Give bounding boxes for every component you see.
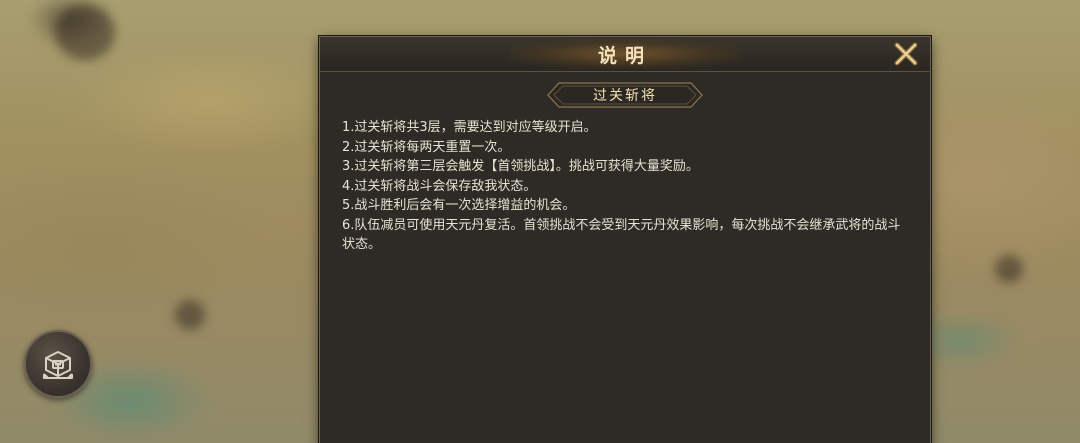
treasure-box-icon [43,351,73,379]
close-button[interactable] [892,41,920,67]
subtitle-wrap: 过关斩将 [320,82,930,108]
background-character [55,5,115,60]
rule-item: 1.过关斩将共3层，需要达到对应等级开启。 [342,120,597,135]
dialog-subtitle: 过关斩将 [593,88,657,104]
game-scene: 说明 过关斩将 1.过关斩将共3层，需要达到对应等级开启。 2.过关斩将每两天重… [0,0,1080,443]
close-x-icon [894,42,918,66]
dialog-header: 说明 [320,37,930,72]
background-character [995,255,1023,283]
rule-item: 2.过关斩将每两天重置一次。 [342,139,511,155]
rule-item: 3.过关斩将第三层会触发【首领挑战】。挑战可获得大量奖励。 [342,159,699,174]
treasure-box-button[interactable] [24,330,92,398]
rule-item: 6.队伍减员可使用天元丹复活。首领挑战不会受到天元丹效果影响，每次挑战不会继承武… [342,217,901,253]
subtitle-banner: 过关斩将 [547,82,703,108]
rules-list: 1.过关斩将共3层，需要达到对应等级开启。 2.过关斩将每两天重置一次。 3.过… [342,118,902,255]
info-dialog: 说明 过关斩将 1.过关斩将共3层，需要达到对应等级开启。 2.过关斩将每两天重… [319,36,931,443]
rule-item: 5.战斗胜利后会有一次选择增益的机会。 [342,198,576,213]
background-character [175,300,205,330]
rule-item: 4.过关斩将战斗会保存敌我状态。 [342,178,537,194]
dialog-title: 说明 [597,44,652,67]
